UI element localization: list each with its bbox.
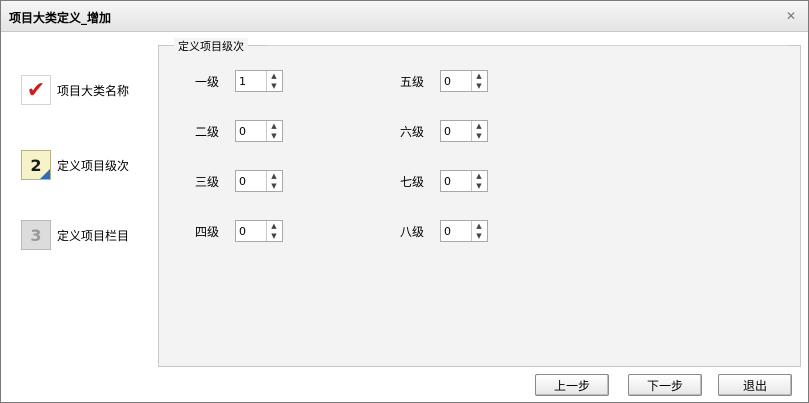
level-row-7: 七级 ▲ ▼: [384, 168, 504, 194]
spin-down-icon[interactable]: ▼: [472, 81, 486, 91]
step-label: 定义项目级次: [57, 159, 130, 173]
level-label: 八级: [399, 225, 424, 239]
level-8-stepper[interactable]: ▲ ▼: [440, 220, 488, 242]
spin-up-icon[interactable]: ▲: [472, 221, 486, 231]
level-label: 四级: [194, 225, 219, 239]
stepper-buttons: ▲ ▼: [266, 171, 281, 191]
spin-down-icon[interactable]: ▼: [472, 231, 486, 241]
step-number-icon: 2: [21, 150, 51, 180]
level-row-4: 四级 ▲ ▼: [179, 218, 299, 244]
level-7-stepper[interactable]: ▲ ▼: [440, 170, 488, 192]
level-5-stepper[interactable]: ▲ ▼: [440, 70, 488, 92]
stepper-buttons: ▲ ▼: [266, 121, 281, 141]
step-number-icon: 3: [21, 220, 51, 250]
spin-up-icon[interactable]: ▲: [267, 171, 281, 181]
current-step-marker-icon: [40, 169, 50, 179]
spin-up-icon[interactable]: ▲: [267, 221, 281, 231]
spin-up-icon[interactable]: ▲: [267, 71, 281, 81]
level-row-3: 三级 ▲ ▼: [179, 168, 299, 194]
stepper-buttons: ▲ ▼: [471, 71, 486, 91]
step-label: 定义项目栏目: [57, 229, 130, 243]
level-1-stepper[interactable]: ▲ ▼: [235, 70, 283, 92]
exit-button[interactable]: 退出: [718, 374, 792, 396]
spin-up-icon[interactable]: ▲: [267, 121, 281, 131]
step-item-levels: 2 定义项目级次: [21, 146, 161, 186]
checkmark-icon: ✔: [21, 75, 51, 105]
spin-down-icon[interactable]: ▼: [267, 181, 281, 191]
level-row-1: 一级 ▲ ▼: [179, 68, 299, 94]
level-6-input[interactable]: [441, 121, 472, 141]
stepper-buttons: ▲ ▼: [266, 71, 281, 91]
level-group-panel: 定义项目级次 一级 ▲ ▼ 二级 ▲ ▼ 三级: [158, 38, 801, 367]
level-4-stepper[interactable]: ▲ ▼: [235, 220, 283, 242]
window-title: 项目大类定义_增加: [9, 11, 112, 25]
spin-up-icon[interactable]: ▲: [472, 71, 486, 81]
level-row-6: 六级 ▲ ▼: [384, 118, 504, 144]
step-label: 项目大类名称: [57, 84, 130, 98]
spin-up-icon[interactable]: ▲: [472, 171, 486, 181]
level-1-input[interactable]: [236, 71, 267, 91]
level-row-2: 二级 ▲ ▼: [179, 118, 299, 144]
group-title: 定义项目级次: [174, 38, 248, 54]
level-label: 六级: [399, 125, 424, 139]
step-item-columns: 3 定义项目栏目: [21, 216, 161, 256]
dialog-window: 项目大类定义_增加 ✕ ✔ 项目大类名称 2 定义项目级次 3 定义项目栏目 定…: [0, 0, 809, 403]
wizard-steps: ✔ 项目大类名称 2 定义项目级次 3 定义项目栏目: [9, 36, 154, 376]
level-3-stepper[interactable]: ▲ ▼: [235, 170, 283, 192]
stepper-buttons: ▲ ▼: [471, 171, 486, 191]
level-8-input[interactable]: [441, 221, 472, 241]
stepper-buttons: ▲ ▼: [471, 121, 486, 141]
spin-down-icon[interactable]: ▼: [472, 131, 486, 141]
level-row-8: 八级 ▲ ▼: [384, 218, 504, 244]
level-label: 七级: [399, 175, 424, 189]
spin-down-icon[interactable]: ▼: [267, 81, 281, 91]
level-label: 五级: [399, 75, 424, 89]
close-icon[interactable]: ✕: [784, 9, 798, 23]
next-step-button[interactable]: 下一步: [628, 374, 702, 396]
level-5-input[interactable]: [441, 71, 472, 91]
level-label: 二级: [194, 125, 219, 139]
spin-down-icon[interactable]: ▼: [267, 231, 281, 241]
group-divider: [267, 45, 787, 46]
spin-down-icon[interactable]: ▼: [267, 131, 281, 141]
level-4-input[interactable]: [236, 221, 267, 241]
level-2-stepper[interactable]: ▲ ▼: [235, 120, 283, 142]
level-row-5: 五级 ▲ ▼: [384, 68, 504, 94]
spin-down-icon[interactable]: ▼: [472, 181, 486, 191]
level-2-input[interactable]: [236, 121, 267, 141]
spin-up-icon[interactable]: ▲: [472, 121, 486, 131]
level-label: 三级: [194, 175, 219, 189]
level-label: 一级: [194, 75, 219, 89]
level-3-input[interactable]: [236, 171, 267, 191]
stepper-buttons: ▲ ▼: [471, 221, 486, 241]
level-6-stepper[interactable]: ▲ ▼: [440, 120, 488, 142]
stepper-buttons: ▲ ▼: [266, 221, 281, 241]
step-item-name: ✔ 项目大类名称: [21, 71, 161, 111]
level-7-input[interactable]: [441, 171, 472, 191]
title-bar: 项目大类定义_增加 ✕: [1, 1, 808, 32]
prev-step-button[interactable]: 上一步: [535, 374, 609, 396]
